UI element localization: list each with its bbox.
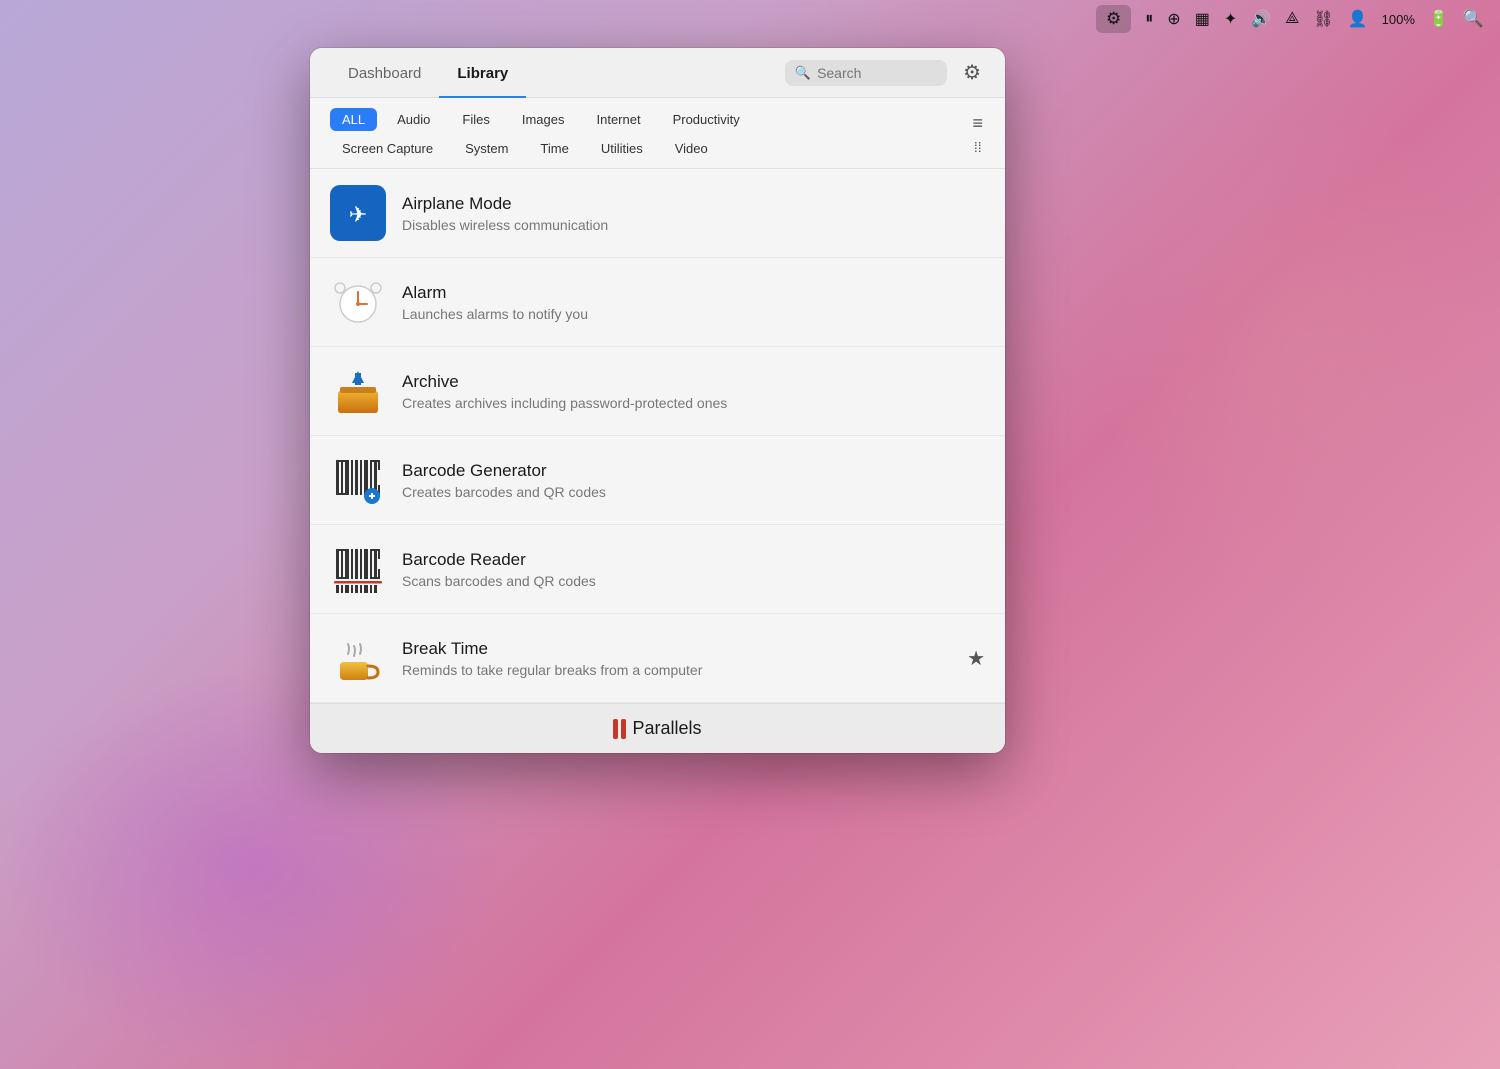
item-text: Alarm Launches alarms to notify you	[402, 283, 985, 322]
tab-bar: Dashboard Library	[330, 48, 526, 97]
pause-icon[interactable]: ⏸	[1145, 10, 1153, 28]
airplane-mode-icon: ✈	[330, 185, 386, 241]
search-icon: 🔍	[795, 65, 811, 81]
tab-dashboard[interactable]: Dashboard	[330, 49, 439, 98]
item-text: Barcode Reader Scans barcodes and QR cod…	[402, 550, 985, 589]
item-desc: Scans barcodes and QR codes	[402, 573, 985, 589]
main-window: Dashboard Library 🔍 ⚙ ALL Audio Files Im…	[310, 48, 1005, 753]
item-title: Archive	[402, 372, 985, 392]
view-buttons: ≡ ⁞⁞	[970, 112, 985, 156]
list-item[interactable]: Alarm Launches alarms to notify you	[310, 258, 1005, 347]
item-desc: Disables wireless communication	[402, 217, 985, 233]
gear-button[interactable]: ⚙	[959, 56, 985, 89]
filter-bar: ALL Audio Files Images Internet Producti…	[310, 98, 1005, 169]
list-item[interactable]: Break Time Reminds to take regular break…	[310, 614, 1005, 703]
search-menubar-icon[interactable]: 🔍	[1463, 9, 1484, 29]
search-bar[interactable]: 🔍	[785, 60, 947, 86]
item-text: Archive Creates archives including passw…	[402, 372, 985, 411]
item-title: Alarm	[402, 283, 985, 303]
battery-text: 100%	[1382, 12, 1415, 27]
bluetooth-icon[interactable]: ⟁	[1285, 10, 1299, 28]
filter-internet[interactable]: Internet	[584, 108, 652, 131]
alarm-icon	[330, 274, 386, 330]
parallels-logo-text: Parallels	[632, 718, 701, 739]
item-desc: Creates archives including password-prot…	[402, 395, 985, 411]
item-title: Break Time	[402, 639, 951, 659]
list-view-button[interactable]: ≡	[970, 112, 985, 134]
barcode-generator-icon	[330, 452, 386, 508]
item-text: Break Time Reminds to take regular break…	[402, 639, 951, 678]
window-header: Dashboard Library 🔍 ⚙	[310, 48, 1005, 98]
item-title: Barcode Generator	[402, 461, 985, 481]
battery-icon: 🔋	[1429, 9, 1449, 29]
tab-library[interactable]: Library	[439, 49, 526, 98]
tools-icon[interactable]: ⚙︎	[1096, 5, 1131, 33]
item-desc: Creates barcodes and QR codes	[402, 484, 985, 500]
filter-row-1: ALL Audio Files Images Internet Producti…	[330, 108, 970, 131]
grid-view-button[interactable]: ⁞⁞	[972, 138, 984, 156]
feather-icon[interactable]: ✦	[1224, 9, 1237, 29]
volume-icon[interactable]: 🔊	[1251, 9, 1271, 29]
barcode-reader-icon	[330, 541, 386, 597]
item-list: ✈ Airplane Mode Disables wireless commun…	[310, 169, 1005, 703]
svg-text:✈: ✈	[349, 202, 367, 227]
filter-all[interactable]: ALL	[330, 108, 377, 131]
calendar-icon[interactable]: ▦	[1195, 9, 1210, 29]
item-desc: Launches alarms to notify you	[402, 306, 985, 322]
filter-chips: ALL Audio Files Images Internet Producti…	[330, 108, 970, 160]
list-item[interactable]: Archive Creates archives including passw…	[310, 347, 1005, 436]
filter-utilities[interactable]: Utilities	[589, 137, 655, 160]
filter-screen-capture[interactable]: Screen Capture	[330, 137, 445, 160]
link-icon[interactable]: ⛓	[1313, 9, 1333, 29]
list-item[interactable]: Barcode Reader Scans barcodes and QR cod…	[310, 525, 1005, 614]
break-time-icon	[330, 630, 386, 686]
filter-images[interactable]: Images	[510, 108, 577, 131]
filter-productivity[interactable]: Productivity	[661, 108, 752, 131]
list-item[interactable]: Barcode Generator Creates barcodes and Q…	[310, 436, 1005, 525]
filter-row-2: Screen Capture System Time Utilities Vid…	[330, 137, 970, 160]
parallels-bars-icon	[613, 719, 626, 739]
archive-icon	[330, 363, 386, 419]
item-text: Barcode Generator Creates barcodes and Q…	[402, 461, 985, 500]
filter-time[interactable]: Time	[528, 137, 580, 160]
window-footer: Parallels	[310, 703, 1005, 753]
menubar: ⚙︎ ⏸ ⊕ ▦ ✦ 🔊 ⟁ ⛓ 👤 100% 🔋 🔍	[0, 0, 1500, 38]
list-item[interactable]: ✈ Airplane Mode Disables wireless commun…	[310, 169, 1005, 258]
item-text: Airplane Mode Disables wireless communic…	[402, 194, 985, 233]
star-icon[interactable]: ★	[967, 646, 985, 671]
filter-audio[interactable]: Audio	[385, 108, 442, 131]
item-title: Barcode Reader	[402, 550, 985, 570]
search-input[interactable]	[817, 65, 937, 81]
filter-system[interactable]: System	[453, 137, 520, 160]
layers-icon[interactable]: ⊕	[1167, 9, 1180, 29]
item-title: Airplane Mode	[402, 194, 985, 214]
header-right: 🔍 ⚙	[785, 56, 985, 89]
filter-video[interactable]: Video	[663, 137, 720, 160]
item-desc: Reminds to take regular breaks from a co…	[402, 662, 951, 678]
parallels-logo: Parallels	[613, 718, 701, 739]
user-icon[interactable]: 👤	[1348, 9, 1368, 29]
filter-files[interactable]: Files	[450, 108, 501, 131]
